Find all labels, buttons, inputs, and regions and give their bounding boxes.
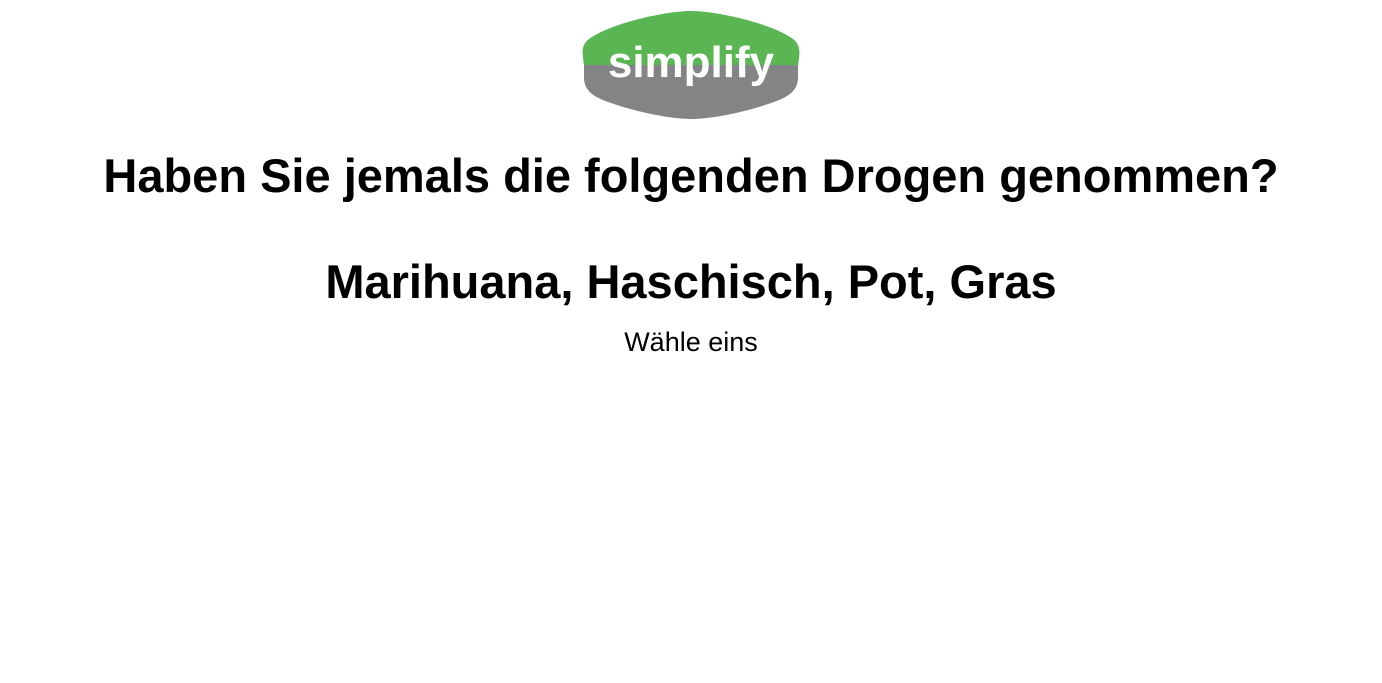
question-heading: Haben Sie jemals die folgenden Drogen ge…: [103, 149, 1279, 202]
logo-text: simplify: [608, 38, 775, 87]
drug-item-heading: Marihuana, Haschisch, Pot, Gras: [325, 255, 1057, 308]
logo-badge: simplify: [582, 11, 800, 119]
instruction-text: Wähle eins: [624, 327, 758, 357]
simplify-logo: simplify: [581, 9, 801, 121]
